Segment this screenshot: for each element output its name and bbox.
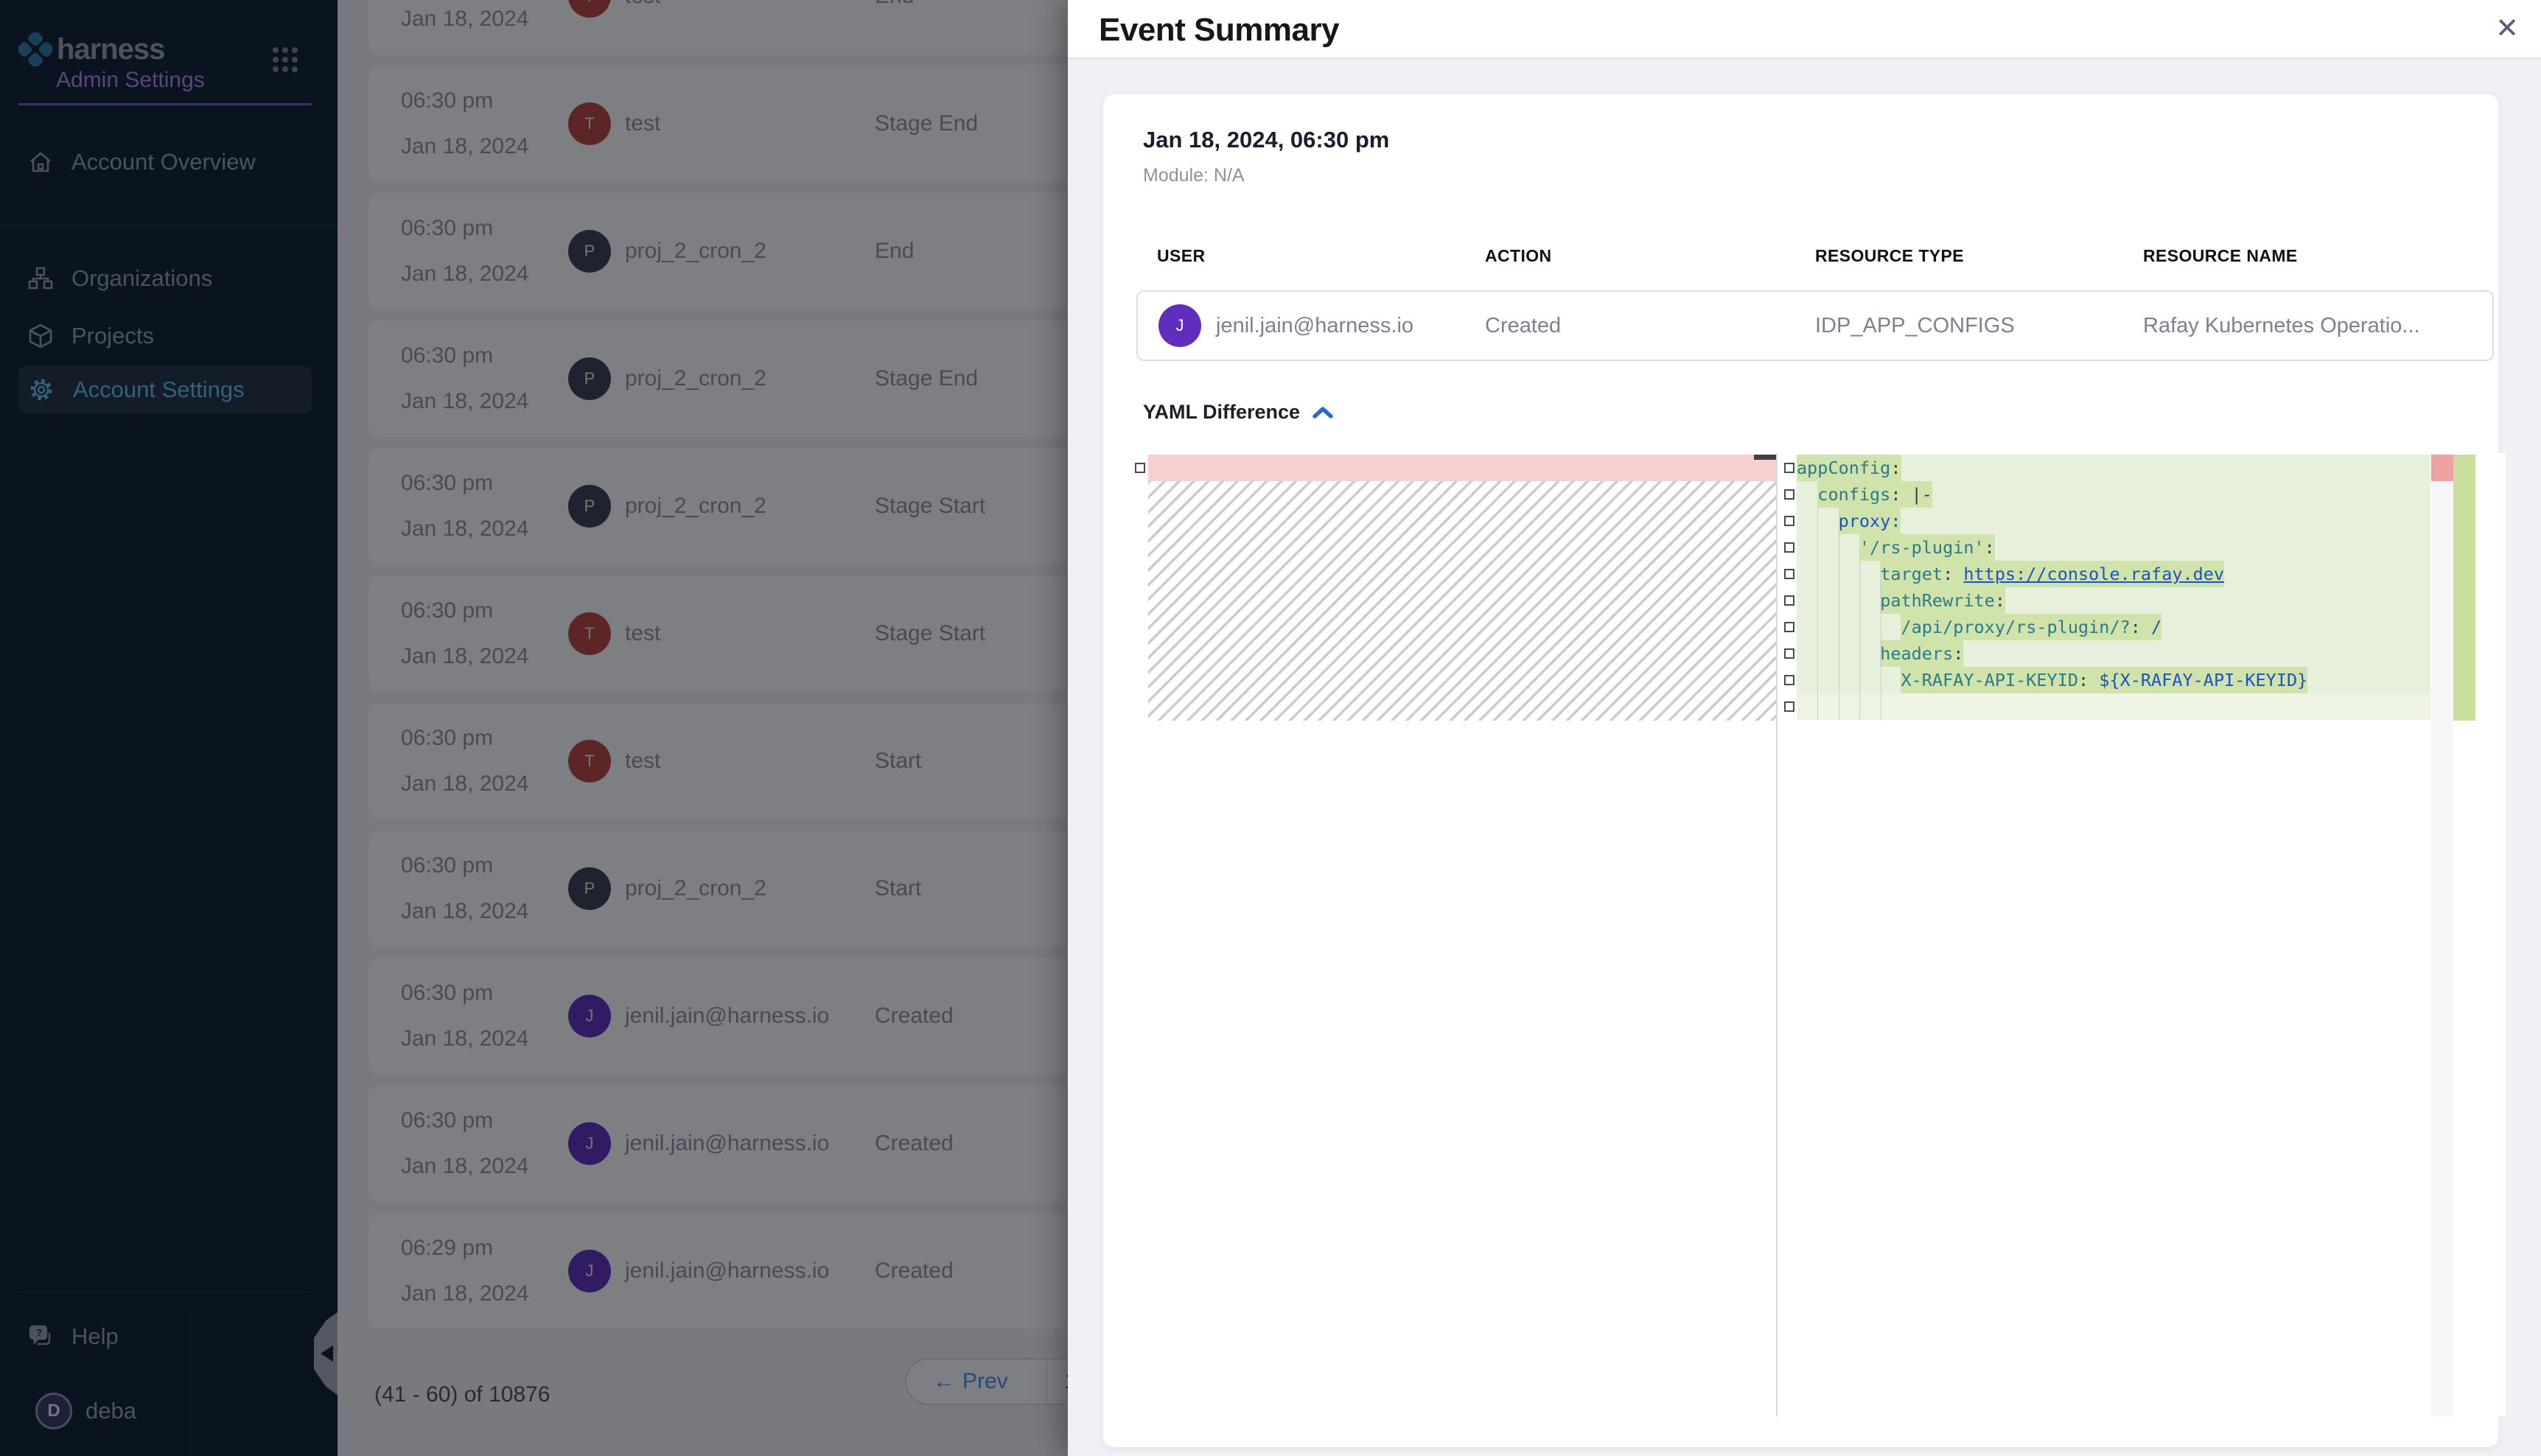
app-root: harness Admin Settings Account Overview … [0,0,2541,1456]
diff-line-marker[interactable] [1784,516,1794,526]
yaml-line: target: https://console.rafay.dev [1797,561,2430,587]
diff-line-marker[interactable] [1784,542,1794,553]
event-summary-card: Jan 18, 2024, 06:30 pm Module: N/A USER … [1103,94,2498,1447]
column-header-resource-type: RESOURCE TYPE [1815,246,1964,266]
overview-ruler-deletion [2431,455,2453,481]
yaml-line: X-RAFAY-API-KEYID: ${X-RAFAY-API-KEYID} [1797,667,2430,693]
column-header-user: USER [1157,246,1206,266]
indent-guide [1817,505,1818,720]
chevron-up-icon [1312,405,1334,420]
diff-pane-divider[interactable] [1776,453,1778,1416]
event-action-cell: Created [1485,292,1561,360]
diff-line-marker[interactable] [1784,569,1794,579]
event-datetime: Jan 18, 2024, 06:30 pm [1143,127,1389,153]
column-header-resource-name: RESOURCE NAME [2143,246,2298,266]
diff-line-marker[interactable] [1135,463,1145,473]
diff-deleted-line-cap [1754,455,1776,460]
yaml-line: headers: [1797,640,2430,667]
diff-line-marker[interactable] [1784,648,1794,659]
diff-right-gutter [1784,455,1796,1416]
diff-line-marker[interactable] [1784,622,1794,632]
diff-filler-hatch [1148,481,1776,721]
event-resource-type-cell: IDP_APP_CONFIGS [1815,292,2015,360]
diff-line-marker[interactable] [1784,701,1794,712]
yaml-line: appConfig: [1797,455,2430,481]
overview-ruler-insertion [2453,455,2475,721]
yaml-difference-toggle[interactable]: YAML Difference [1143,401,1334,424]
drawer-body: Jan 18, 2024, 06:30 pm Module: N/A USER … [1068,59,2541,1456]
event-user-avatar: J [1158,304,1201,347]
diff-line-marker[interactable] [1784,595,1794,606]
yaml-line [1797,693,2430,720]
event-table-row: J jenil.jain@harness.io Created IDP_APP_… [1136,290,2494,361]
diff-line-marker[interactable] [1784,489,1794,500]
yaml-diff-editor[interactable]: appConfig: configs: |- proxy: '/rs-plugi… [1135,453,2506,1416]
overview-ruler[interactable] [2431,453,2453,1416]
event-user-cell: J jenil.jain@harness.io [1158,292,1413,360]
event-module: Module: N/A [1143,165,1245,186]
close-icon[interactable]: ✕ [2491,10,2523,47]
diff-line-marker[interactable] [1784,675,1794,685]
diff-code-lines[interactable]: appConfig: configs: |- proxy: '/rs-plugi… [1797,455,2430,1416]
modal-backdrop[interactable] [0,0,1068,1456]
yaml-line: proxy: [1797,508,2430,534]
event-resource-name-cell: Rafay Kubernetes Operatio... [2143,292,2420,360]
yaml-difference-label: YAML Difference [1143,401,1300,424]
yaml-line: pathRewrite: [1797,587,2430,614]
yaml-line: '/rs-plugin': [1797,534,2430,561]
yaml-line: configs: |- [1797,481,2430,508]
column-header-action: ACTION [1485,246,1552,266]
diff-deleted-line [1148,455,1776,481]
yaml-line: /api/proxy/rs-plugin/?: / [1797,614,2430,640]
drawer-header: Event Summary ✕ [1068,0,2541,59]
drawer-title: Event Summary [1099,12,1339,49]
diff-line-marker[interactable] [1784,463,1794,473]
indent-guide [1859,558,1860,720]
event-user-email: jenil.jain@harness.io [1216,314,1413,338]
event-summary-drawer: Event Summary ✕ Jan 18, 2024, 06:30 pm M… [1068,0,2541,1456]
